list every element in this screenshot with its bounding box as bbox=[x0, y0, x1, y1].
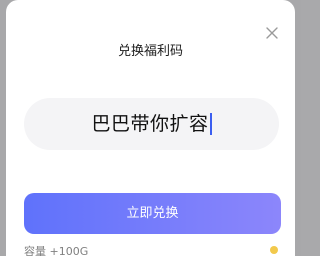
redeem-now-button[interactable]: 立即兑换 bbox=[24, 193, 281, 234]
background-coin-icon bbox=[270, 246, 278, 254]
redeem-code-input[interactable]: 巴巴带你扩容 bbox=[24, 98, 279, 150]
background-capacity-text: 容量 +100G bbox=[24, 245, 89, 256]
close-button[interactable] bbox=[262, 23, 282, 43]
redeem-now-label: 立即兑换 bbox=[126, 205, 179, 221]
close-icon bbox=[266, 27, 278, 39]
redeem-code-dialog: 兑换福利码 巴巴带你扩容 立即兑换 bbox=[6, 0, 295, 256]
dialog-title: 兑换福利码 bbox=[117, 44, 183, 59]
text-caret bbox=[209, 113, 212, 135]
redeem-code-value: 巴巴带你扩容 bbox=[91, 113, 209, 135]
